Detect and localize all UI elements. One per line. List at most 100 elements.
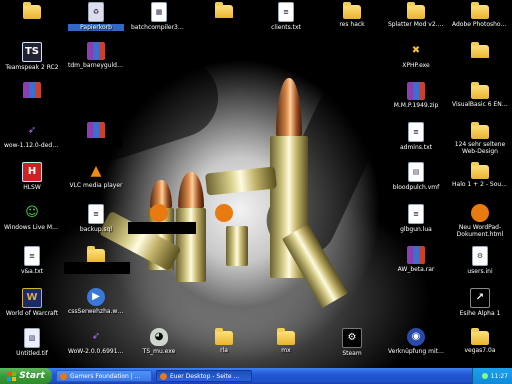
recycle-bin-icon: ♻ bbox=[88, 2, 104, 22]
redaction-bar bbox=[70, 138, 122, 148]
firefox-icon bbox=[150, 204, 168, 222]
text-file-icon: ≡ bbox=[278, 2, 294, 22]
xphp-icon: ✖ bbox=[411, 45, 421, 56]
text-file-icon: ≡ bbox=[408, 122, 424, 142]
desktop-icon[interactable]: Neu WordPad-Dokument.html bbox=[452, 204, 508, 244]
desktop-icon[interactable]: Adobe Photoshop CS2 bbox=[452, 2, 508, 46]
folder-icon bbox=[215, 2, 233, 19]
windows-flag-icon bbox=[7, 371, 17, 381]
cinema4d-icon: ◉ bbox=[407, 328, 425, 346]
zip-folder-icon bbox=[407, 2, 425, 19]
folder-icon bbox=[471, 162, 489, 179]
video-file-icon: ▶ bbox=[87, 288, 105, 306]
desktop-icon[interactable]: ➶WoW-2.0.0.6991-dede... bbox=[68, 328, 124, 368]
folder-icon bbox=[215, 328, 233, 345]
redaction-bar bbox=[200, 18, 250, 28]
desktop-icon[interactable]: ✖ XPHP.exe bbox=[388, 42, 444, 86]
desktop-icon[interactable]: ▲ VLC media player bbox=[68, 162, 124, 206]
desktop-icon[interactable]: vegas7.0a bbox=[452, 328, 508, 368]
taskbar-item-active[interactable]: Euer Desktop - Seite ... bbox=[156, 370, 252, 382]
wow-patch-icon: ➶ bbox=[27, 125, 37, 136]
desktop-icon-recycle-bin[interactable]: ♻ Papierkorb bbox=[68, 2, 124, 46]
folder-icon bbox=[277, 328, 295, 345]
desktop-icon[interactable]: ⚙ Steam bbox=[324, 328, 380, 368]
desktop-icon[interactable] bbox=[68, 76, 124, 120]
steam-icon: ⚙ bbox=[342, 328, 362, 348]
folder-icon bbox=[343, 2, 361, 19]
folder-icon bbox=[471, 328, 489, 345]
redaction-bar bbox=[128, 58, 186, 68]
rar-archive-icon bbox=[407, 82, 425, 100]
desktop-icon[interactable]: ≡ admins.txt bbox=[388, 122, 444, 166]
desktop-icon[interactable]: res hack bbox=[324, 2, 380, 46]
desktop-icon[interactable]: ≡ v&a.txt bbox=[4, 246, 60, 290]
desktop-icon[interactable]: W World of Warcraft bbox=[4, 288, 60, 332]
start-button[interactable]: Start bbox=[0, 368, 52, 384]
taskbar-item-label: Gamers Foundation | ... bbox=[70, 372, 141, 380]
batch-compiler-icon: ▦ bbox=[151, 2, 167, 22]
firefox-icon bbox=[215, 204, 233, 222]
folder-icon bbox=[471, 122, 489, 139]
sql-file-icon: ≡ bbox=[88, 204, 104, 224]
desktop-icon[interactable]: ▶ cssSerwehzha.wmv bbox=[68, 288, 124, 332]
desktop-icon[interactable]: ➶wow-1.12.0-dede-pat... bbox=[4, 122, 60, 166]
clock[interactable]: 11:27 bbox=[491, 373, 508, 380]
desktop-icon[interactable]: ◕ TS_mu.exe bbox=[131, 328, 187, 368]
alien-icon: ◕ bbox=[150, 328, 168, 346]
desktop-icon[interactable]: ⚙ users.ini bbox=[452, 246, 508, 290]
taskbar-item[interactable]: Gamers Foundation | ... bbox=[56, 370, 152, 382]
redaction-bar bbox=[456, 58, 508, 68]
desktop-icon[interactable]: ≡ clients.txt bbox=[258, 2, 314, 46]
desktop-icon[interactable] bbox=[196, 204, 252, 248]
rar-archive-icon bbox=[87, 42, 105, 60]
steam-game-icon: ↗ bbox=[470, 288, 490, 308]
desktop-icon[interactable]: VisualBasic 6 ENTERPRISE bbox=[452, 82, 508, 126]
desktop-icon[interactable]: Splatter Mod v2.zip bbox=[388, 2, 444, 46]
folder-icon bbox=[471, 2, 489, 19]
desktop-icon[interactable]: ≡ backup.sql bbox=[68, 204, 124, 248]
redaction-bar bbox=[64, 262, 130, 274]
document-icon bbox=[86, 76, 106, 96]
desktop-icon[interactable]: Halo 1 + 2 - Soundtrack bbox=[452, 162, 508, 206]
desktop-icon[interactable]: ▧ Untitled.tif bbox=[4, 328, 60, 368]
wow-patch-icon: ➶ bbox=[91, 331, 101, 342]
vmf-file-icon: ▤ bbox=[408, 162, 424, 182]
folder-icon bbox=[87, 246, 105, 263]
messenger-icon: ☺ bbox=[25, 205, 39, 220]
desktop-icon[interactable]: 124 sehr seltene Web-Design Schriftart..… bbox=[452, 122, 508, 162]
wallpaper-bullet bbox=[205, 166, 277, 196]
folder-icon bbox=[23, 2, 41, 19]
system-tray: 11:27 bbox=[472, 368, 512, 384]
folder-icon bbox=[471, 82, 489, 99]
desktop-icon[interactable] bbox=[4, 2, 60, 46]
hlsw-icon: H bbox=[22, 162, 42, 182]
desktop-icon[interactable]: H HLSW bbox=[4, 162, 60, 206]
desktop-icon[interactable]: ▤ bloodpulch.vmf bbox=[388, 162, 444, 206]
desktop-icon[interactable]: ↗ Esihe Alpha 1 bbox=[452, 288, 508, 332]
desktop-icon[interactable]: M.M.P.1949.zip bbox=[388, 82, 444, 126]
rar-archive-icon bbox=[407, 246, 425, 264]
text-file-icon: ≡ bbox=[24, 246, 40, 266]
desktop-icon[interactable]: mx bbox=[258, 328, 314, 368]
lua-file-icon: ≡ bbox=[408, 204, 424, 224]
taskbar: Start Gamers Foundation | ... Euer Deskt… bbox=[0, 368, 512, 384]
warcraft-icon: W bbox=[22, 288, 42, 308]
redaction-bar bbox=[128, 222, 196, 234]
tray-icon[interactable] bbox=[481, 373, 488, 379]
desktop-icon[interactable]: TS Teamspeak 2 RC2 bbox=[4, 42, 60, 86]
taskbar-item-label: Euer Desktop - Seite ... bbox=[170, 372, 240, 380]
desktop-icon[interactable]: ≡ glbgun.lua bbox=[388, 204, 444, 248]
desktop-icon[interactable]: ▦batchcompiler312.exe bbox=[131, 2, 187, 46]
teamspeak-icon: TS bbox=[22, 42, 42, 62]
browser-icon bbox=[60, 372, 67, 380]
desktop-icon[interactable]: ◉Verknüpfung mit CINEMA 4D R8 bbox=[388, 328, 444, 368]
image-file-icon: ▧ bbox=[24, 328, 40, 348]
firefox-icon bbox=[471, 204, 489, 222]
ini-file-icon: ⚙ bbox=[472, 246, 488, 266]
desktop-icon[interactable]: AW_beta.rar bbox=[388, 246, 444, 290]
vlc-icon: ▲ bbox=[90, 163, 102, 179]
desktop-icon[interactable]: ☺Windows Live Messenger bbox=[4, 204, 60, 248]
desktop-icon[interactable]: rla bbox=[196, 328, 252, 368]
desktop: ♻Papierkorb ▦batchcompiler312.exe ≡clien… bbox=[0, 0, 512, 368]
browser-icon bbox=[160, 372, 167, 380]
